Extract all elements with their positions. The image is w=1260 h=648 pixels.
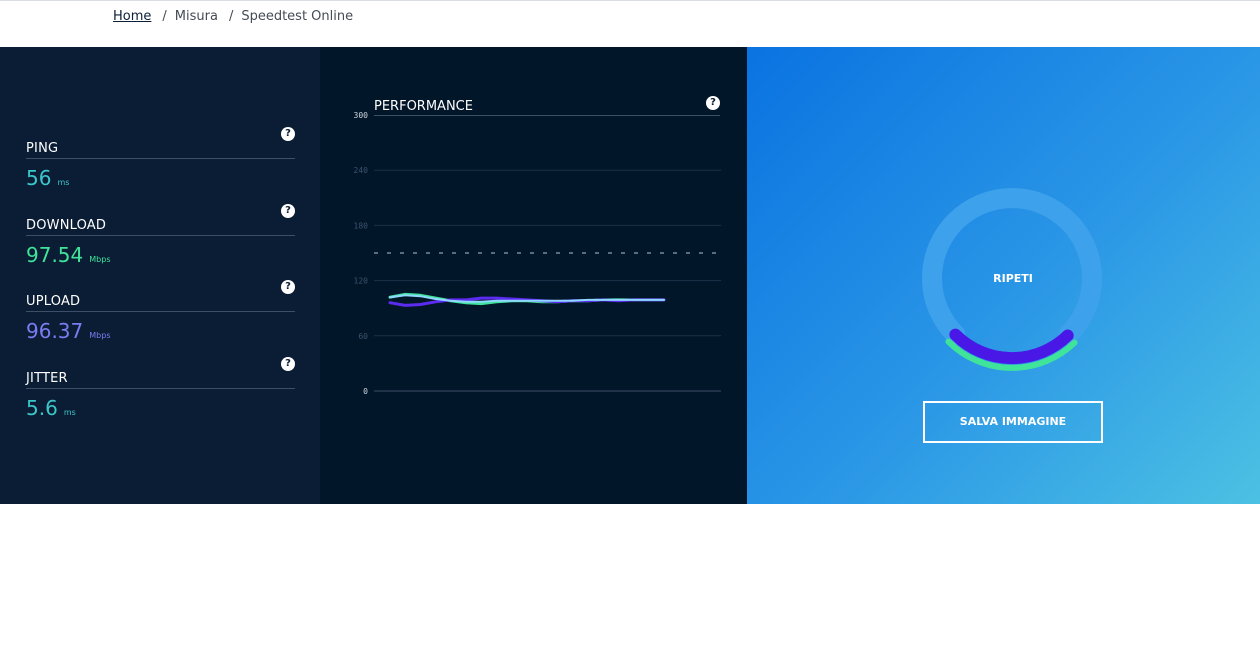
y-tick-label: 300 (354, 111, 369, 120)
y-tick-label: 120 (354, 277, 369, 286)
ping-value: 56 (26, 166, 52, 190)
breadcrumb-current: Speedtest Online (241, 9, 354, 24)
download-metric: DOWNLOAD ? 97.54 Mbps (26, 204, 295, 268)
y-tick-label: 60 (358, 332, 368, 341)
upload-arc (949, 328, 1074, 365)
jitter-label: JITTER (26, 371, 68, 386)
ping-metric: PING ? 56 ms (26, 127, 295, 191)
upload-metric: UPLOAD ? 96.37 Mbps (26, 280, 295, 344)
breadcrumb-home-link[interactable]: Home (113, 9, 151, 24)
repeat-button[interactable]: RIPETI (975, 264, 1051, 294)
ping-unit: ms (57, 178, 70, 187)
help-icon[interactable]: ? (281, 127, 295, 141)
jitter-unit: ms (63, 408, 76, 417)
results-panel (0, 47, 320, 504)
ping-label: PING (26, 141, 59, 156)
performance-chart: 0 60 120 180 240 300 (354, 111, 721, 396)
download-label: DOWNLOAD (26, 218, 107, 233)
help-icon[interactable]: ? (281, 204, 295, 218)
jitter-value: 5.6 (26, 396, 58, 420)
help-icon[interactable]: ? (281, 357, 295, 371)
upload-value: 96.37 (26, 319, 84, 343)
upload-unit: Mbps (89, 331, 111, 340)
y-tick-label: 180 (354, 221, 369, 230)
jitter-metric: JITTER ? 5.6 ms (26, 357, 295, 421)
breadcrumb: Home / Misura / Speedtest Online (113, 9, 353, 24)
download-unit: Mbps (89, 255, 111, 264)
help-icon[interactable]: ? (281, 280, 295, 294)
y-tick-label: 0 (363, 387, 368, 396)
breadcrumb-misura[interactable]: Misura (175, 9, 218, 24)
y-tick-label: 240 (354, 166, 369, 175)
breadcrumb-separator: / (162, 9, 167, 24)
top-divider (0, 0, 1260, 1)
save-image-button[interactable]: SALVA IMMAGINE (923, 401, 1103, 443)
breadcrumb-separator: / (228, 9, 234, 24)
upload-label: UPLOAD (26, 294, 81, 309)
download-value: 97.54 (26, 243, 84, 267)
